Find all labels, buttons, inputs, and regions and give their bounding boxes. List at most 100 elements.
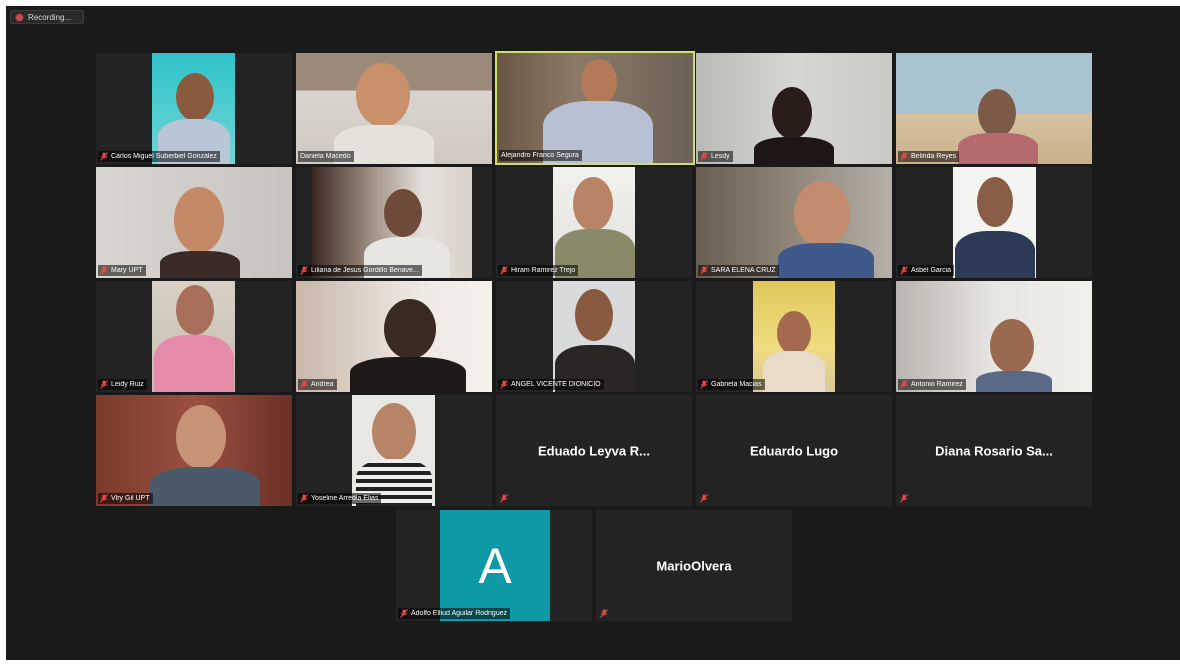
participant-name: Andrea [311,381,334,388]
participant-name: Belinda Reyes [911,153,957,160]
participant-video [296,281,492,392]
participant-name-tag: Leidy Ruiz [98,379,147,390]
video-tile[interactable]: Mary UPT [96,167,292,278]
muted-mic-icon [100,380,108,389]
participant-name: Vlry Gil UPT [111,495,150,502]
muted-mic-icon [100,152,108,161]
video-tile[interactable]: Belinda Reyes [896,53,1092,164]
participant-name: Hiram Ramirez Trejo [511,267,576,274]
participant-video [312,167,472,278]
participant-name: Lesdy [711,153,730,160]
participant-name: Asbel Garcia [911,267,952,274]
muted-mic-icon [900,494,908,503]
participant-name-tag: Antonio Ramirez [898,379,966,390]
muted-mic-icon [900,380,908,389]
participant-name-tag: Vlry Gil UPT [98,493,153,504]
participant-name-tag: Carlos Miguel Suberbiel González [98,151,220,162]
participant-name-tag: Adolfo Elliud Aguilar Rodriguez [398,608,511,619]
muted-mic-icon [300,380,308,389]
muted-mic-icon [300,266,308,275]
video-tile[interactable]: ANGEL VICENTE DIONICIO [496,281,692,392]
muted-mic-icon [500,266,508,275]
participant-display-name: MarioOlvera [656,558,732,573]
video-tile[interactable]: Gabriela Macias [696,281,892,392]
video-tile-avatar[interactable]: A Adolfo Elliud Aguilar Rodriguez [396,510,592,621]
video-tile-no-video[interactable]: Diana Rosario Sa... [896,395,1092,506]
participant-video [696,53,892,164]
participant-video [953,167,1036,278]
participant-name-tag: Alejandro Franco Segura [499,150,582,161]
muted-mic-icon [900,266,908,275]
participant-video [296,53,492,164]
participant-video [753,281,835,392]
muted-mic-icon [500,494,508,503]
recording-label: Recording... [28,12,72,22]
participant-video [497,53,693,163]
video-tile[interactable]: Vlry Gil UPT [96,395,292,506]
participant-display-name: Eduado Leyva R... [538,443,650,458]
video-tile-no-video[interactable]: MarioOlvera [596,510,792,621]
participant-name-tag: Gabriela Macias [698,379,765,390]
participant-display-name: Diana Rosario Sa... [935,443,1053,458]
participant-name-tag: Liliana de Jesus Gordillo Benave... [298,265,422,276]
participant-name-tag: Andrea [298,379,337,390]
participant-name-tag: Lesdy [698,151,733,162]
muted-mic-icon [100,266,108,275]
participant-name: Alejandro Franco Segura [501,152,579,159]
participant-name: Yoseline Arreola Elias [311,495,379,502]
participant-name-tag: ANGEL VICENTE DIONICIO [498,379,604,390]
video-tile[interactable]: Liliana de Jesus Gordillo Benave... [296,167,492,278]
participant-name-tag: Daniela Macedo [298,151,354,162]
muted-mic-icon [400,609,408,618]
participant-name: Antonio Ramirez [911,381,963,388]
participant-name: Leidy Ruiz [111,381,144,388]
participant-name-tag: SARA ELENA CRUZ [698,265,779,276]
participant-name: SARA ELENA CRUZ [711,267,776,274]
participant-video [896,53,1092,164]
participant-name: Liliana de Jesus Gordillo Benave... [311,267,419,274]
muted-mic-icon [700,494,708,503]
video-tile[interactable]: Leidy Ruiz [96,281,292,392]
muted-mic-icon [600,609,608,618]
participant-name: Mary UPT [111,267,143,274]
record-dot-icon [16,13,23,21]
participant-name-tag: Mary UPT [98,265,146,276]
avatar: A [440,510,550,621]
recording-indicator[interactable]: Recording... [10,10,84,24]
muted-mic-icon [100,494,108,503]
participant-video [553,167,635,278]
video-tile-no-video[interactable]: Eduardo Lugo [696,395,892,506]
participant-video [152,53,235,164]
video-tile[interactable]: SARA ELENA CRUZ [696,167,892,278]
participant-name: ANGEL VICENTE DIONICIO [511,381,601,388]
muted-mic-icon [500,380,508,389]
participant-video [896,281,1092,392]
video-tile[interactable]: Daniela Macedo [296,53,492,164]
participant-name: Gabriela Macias [711,381,762,388]
video-tile[interactable]: Lesdy [696,53,892,164]
participant-name-tag: Hiram Ramirez Trejo [498,265,579,276]
participant-name-tag: Belinda Reyes [898,151,960,162]
video-tile[interactable]: Asbel Garcia [896,167,1092,278]
video-tile[interactable]: Hiram Ramirez Trejo [496,167,692,278]
video-tile[interactable]: Yoseline Arreola Elias [296,395,492,506]
participant-video [696,167,892,278]
participant-video [553,281,635,392]
participant-name-tag: Asbel Garcia [898,265,955,276]
muted-mic-icon [700,266,708,275]
participant-name: Daniela Macedo [300,153,351,160]
video-tile[interactable]: Antonio Ramirez [896,281,1092,392]
active-speaker-tile[interactable]: Alejandro Franco Segura [495,51,695,165]
participant-video [352,395,435,506]
participant-name: Carlos Miguel Suberbiel González [111,153,217,160]
video-tile[interactable]: Carlos Miguel Suberbiel González [96,53,292,164]
muted-mic-icon [700,380,708,389]
participant-display-name: Eduardo Lugo [749,443,839,458]
participant-video [96,167,292,278]
muted-mic-icon [300,494,308,503]
muted-mic-icon [900,152,908,161]
avatar-letter: A [478,537,512,594]
video-tile[interactable]: Andrea [296,281,492,392]
video-tile-no-video[interactable]: Eduado Leyva R... [496,395,692,506]
participant-video [96,395,292,506]
